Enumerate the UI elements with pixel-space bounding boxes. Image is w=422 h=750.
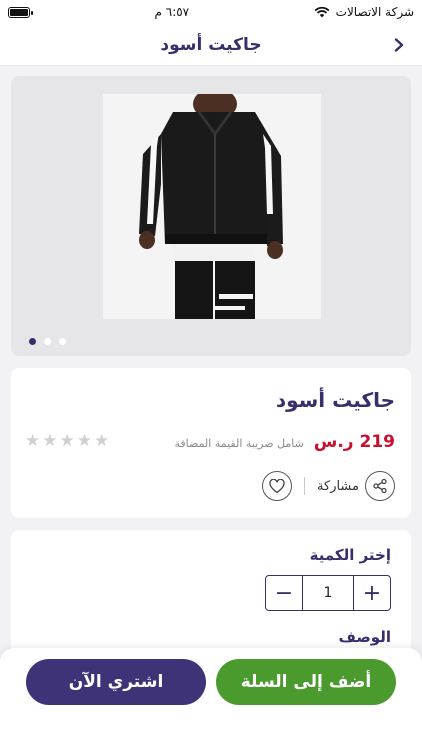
product-info-card: جاكيت أسود 219 ر.س شامل ضريبة القيمة الم… — [11, 368, 411, 518]
add-to-cart-button[interactable]: أضف إلى السلة — [216, 659, 396, 705]
product-gallery[interactable] — [11, 76, 411, 356]
pagination-dot[interactable] — [44, 338, 51, 345]
status-bar: ٦:٥٧ م شركة الاتصالات — [0, 0, 422, 24]
plus-icon: + — [362, 580, 382, 606]
buy-now-label: اشتري الآن — [68, 672, 164, 692]
minus-icon: − — [274, 580, 294, 606]
star-icon: ★ — [25, 431, 41, 451]
bottom-action-bar: أضف إلى السلة اشتري الآن — [0, 648, 422, 750]
jacket-illustration — [103, 88, 321, 319]
pagination-dot[interactable] — [59, 338, 66, 345]
add-to-cart-label: أضف إلى السلة — [240, 672, 372, 692]
product-name: جاكيت أسود — [275, 388, 395, 412]
rating-stars: ★ ★ ★ ★ ★ — [25, 432, 109, 450]
description-label: الوصف — [338, 628, 391, 646]
heart-icon — [269, 478, 285, 493]
share-label[interactable]: مشاركة — [317, 479, 359, 494]
product-image[interactable] — [103, 88, 321, 319]
back-button[interactable] — [388, 33, 410, 57]
increment-button[interactable]: + — [354, 576, 390, 610]
battery-icon — [8, 6, 33, 18]
star-icon: ★ — [42, 431, 58, 451]
navigation-bar: جاكيت أسود — [0, 24, 422, 66]
favorite-button[interactable] — [262, 471, 293, 501]
share-row: مشاركة — [262, 471, 395, 501]
share-button[interactable] — [365, 471, 395, 501]
gallery-pagination — [29, 338, 66, 345]
divider — [304, 477, 306, 495]
quantity-label: إختر الكمية — [309, 546, 391, 564]
pagination-dot-active[interactable] — [29, 338, 36, 345]
quantity-value[interactable]: 1 — [302, 576, 354, 610]
star-icon: ★ — [94, 431, 110, 451]
page-title: جاكيت أسود — [160, 34, 262, 55]
carrier-label: شركة الاتصالات — [335, 5, 414, 19]
buy-now-button[interactable]: اشتري الآن — [26, 659, 206, 705]
status-right: شركة الاتصالات — [314, 5, 414, 19]
decrement-button[interactable]: − — [266, 576, 302, 610]
star-icon: ★ — [76, 431, 92, 451]
status-time: ٦:٥٧ م — [154, 5, 190, 19]
chevron-right-icon — [394, 38, 404, 52]
wifi-icon — [314, 6, 330, 18]
share-icon — [373, 478, 387, 494]
star-icon: ★ — [59, 431, 75, 451]
price-row: 219 ر.س شامل ضريبة القيمة المضافة — [175, 432, 395, 452]
product-price: 219 ر.س — [313, 432, 395, 452]
vat-note: شامل ضريبة القيمة المضافة — [174, 437, 304, 450]
quantity-stepper: − 1 + — [265, 575, 391, 611]
